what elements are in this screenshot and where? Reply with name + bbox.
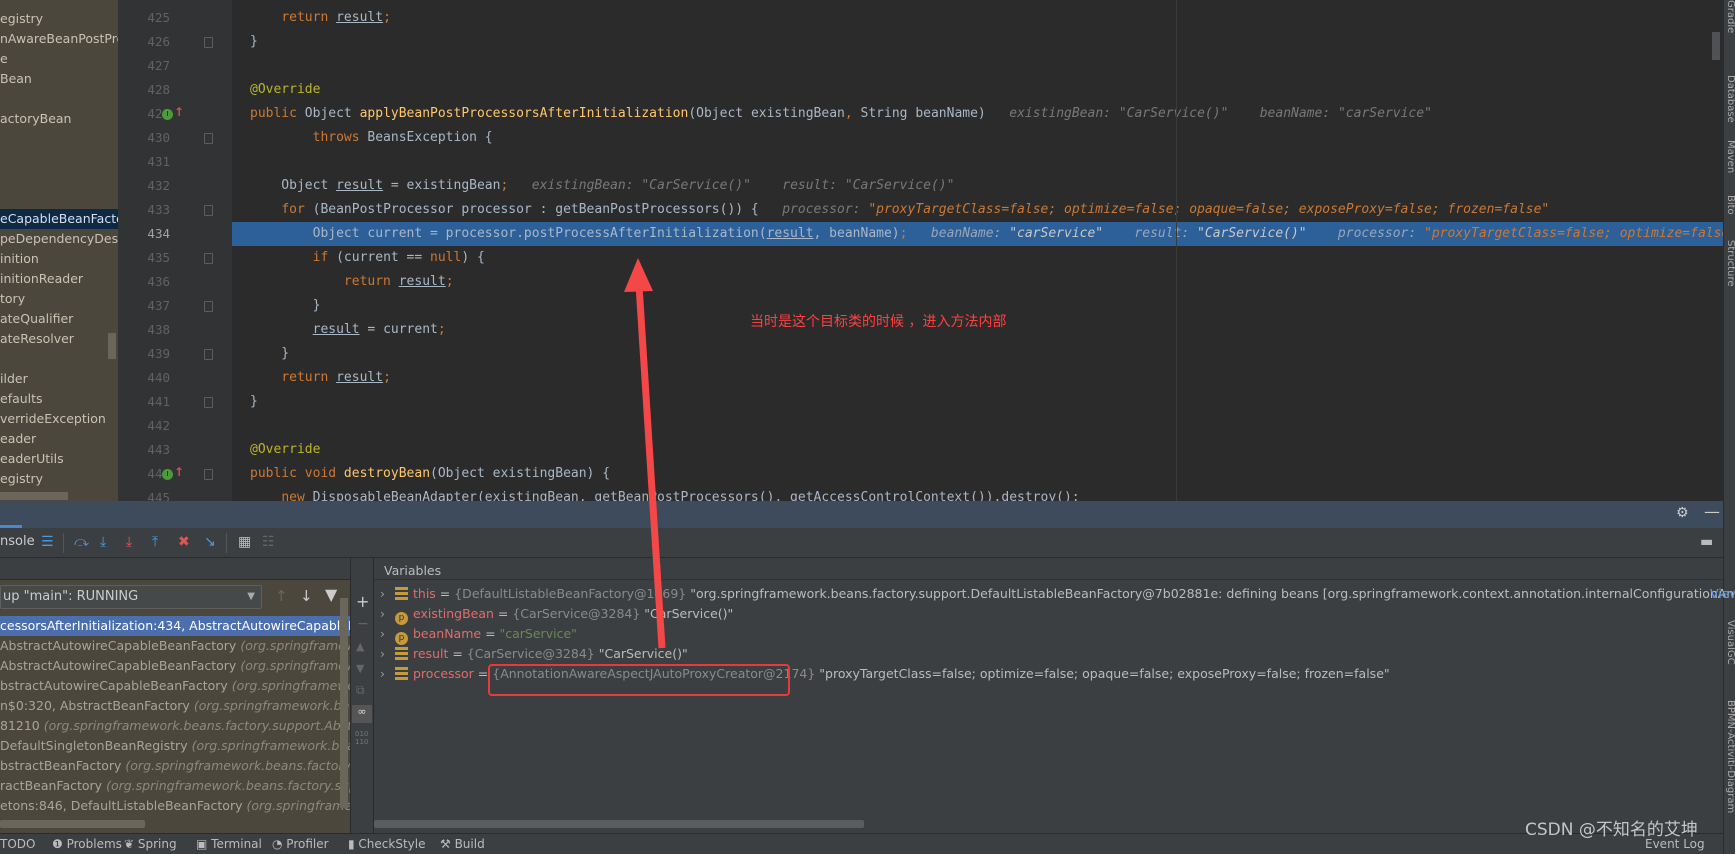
fold-marker-icon[interactable] <box>204 469 213 480</box>
fold-marker-icon[interactable] <box>204 133 213 144</box>
annotation-arrow-head <box>624 258 653 292</box>
fold-marker-icon[interactable] <box>204 205 213 216</box>
watermark: CSDN @不知名的艾坤 <box>1525 820 1698 840</box>
fold-marker-icon[interactable] <box>204 301 213 312</box>
annotation-highlight-box <box>488 664 790 696</box>
fold-marker-icon[interactable] <box>204 349 213 360</box>
annotation-arrow-shaft <box>635 284 666 649</box>
fold-marker-icon[interactable] <box>204 397 213 408</box>
fold-marker-icon[interactable] <box>204 253 213 264</box>
fold-marker-icon[interactable] <box>204 37 213 48</box>
annotation-arrow <box>624 258 666 649</box>
